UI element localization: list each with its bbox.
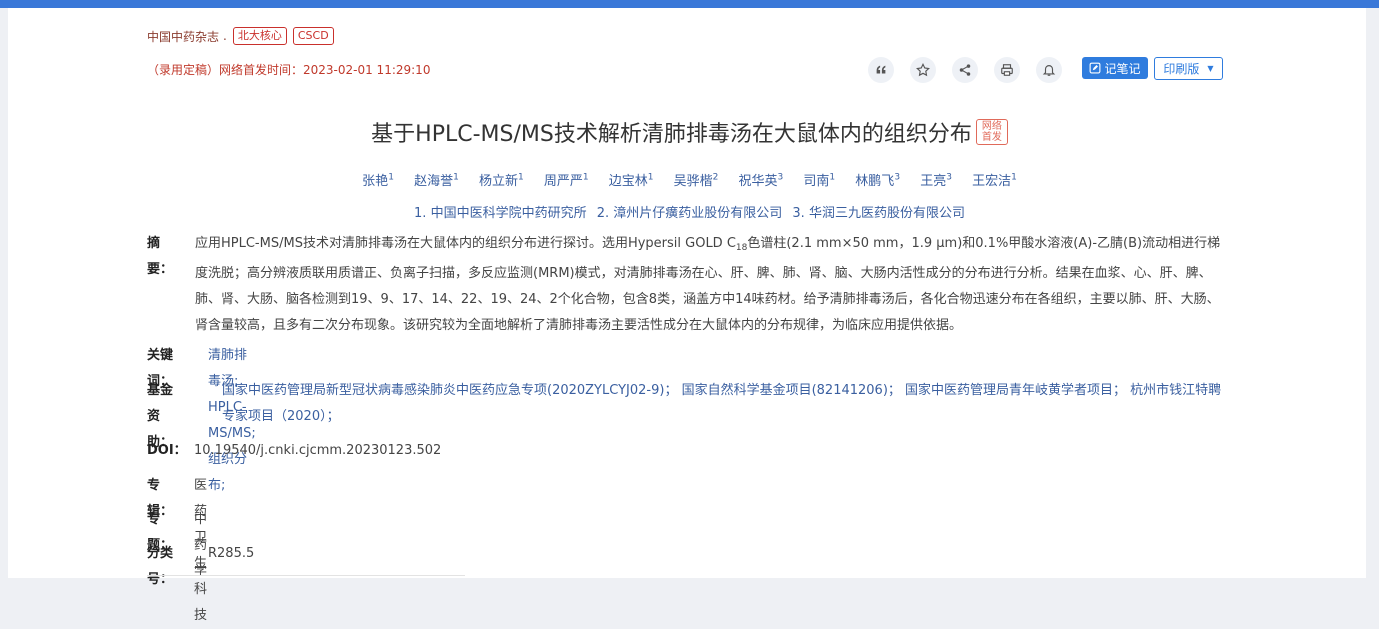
journal-line: 中国中药杂志 . 北大核心 CSCD [147, 27, 340, 45]
affiliation-link[interactable]: 2. 漳州片仔癀药业股份有限公司 [597, 206, 783, 221]
author-link[interactable]: 司南1 [803, 173, 835, 189]
bell-icon [1042, 65, 1056, 76]
star-icon [916, 63, 930, 77]
scroll-gutter [1366, 8, 1379, 578]
article-title-row: 基于HPLC-MS/MS技术解析清肺排毒汤在大鼠体内的组织分布 网络 首发 [0, 116, 1379, 148]
journal-name-link[interactable]: 中国中药杂志 [147, 28, 219, 45]
article-title: 基于HPLC-MS/MS技术解析清肺排毒汤在大鼠体内的组织分布 [371, 122, 972, 147]
online-publish-date: （录用定稿）网络首发时间：2023-02-01 11:29:10 [147, 63, 431, 77]
author-link[interactable]: 祝华英3 [739, 173, 784, 189]
print-button[interactable] [994, 57, 1020, 83]
chevron-down-icon: ▼ [1207, 64, 1214, 73]
author-link[interactable]: 周严严1 [544, 173, 589, 189]
author-link[interactable]: 林鹏飞3 [855, 173, 900, 189]
share-icon [959, 64, 971, 76]
author-link[interactable]: 赵海誉1 [414, 173, 459, 189]
cscd-badge[interactable]: CSCD [292, 27, 334, 45]
author-link[interactable]: 杨立新1 [479, 173, 524, 189]
abstract-text: 应用HPLC-MS/MS技术对清肺排毒汤在大鼠体内的组织分布进行探讨。选用Hyp… [195, 236, 1221, 333]
funding-list[interactable]: 国家中医药管理局新型冠状病毒感染肺炎中医药应急专项(2020ZYLCYJ02-9… [222, 378, 1222, 430]
print-version-label: 印刷版 [1163, 62, 1200, 76]
doi-value: 10.19540/j.cnki.cjcmm.20230123.502 [194, 443, 442, 458]
core-journal-badge[interactable]: 北大核心 [232, 27, 287, 45]
quote-icon [876, 65, 886, 74]
online-first-badge-line1: 网络 [981, 121, 1002, 132]
doi-label: DOI： [147, 443, 187, 458]
article-toolbar [868, 57, 1078, 83]
author-link[interactable]: 张艳1 [362, 173, 394, 189]
subscribe-button[interactable] [1036, 57, 1062, 83]
share-button[interactable] [952, 57, 978, 83]
print-version-dropdown[interactable]: 印刷版 ▼ [1154, 57, 1223, 80]
affiliation-list: 1. 中国中医科学院中药研究所 2. 漳州片仔癀药业股份有限公司 3. 华润三九… [0, 202, 1379, 221]
author-link[interactable]: 边宝林1 [609, 173, 654, 189]
online-first-badge: 网络 首发 [975, 119, 1008, 145]
author-list: 张艳1 赵海誉1 杨立新1 周严严1 边宝林1 吴骅楷2 祝华英3 司南1 林鹏… [0, 170, 1379, 189]
author-link[interactable]: 王亮3 [920, 173, 952, 189]
top-accent-bar [0, 0, 1379, 8]
affiliation-link[interactable]: 3. 华润三九医药股份有限公司 [792, 206, 965, 221]
author-link[interactable]: 吴骅楷2 [674, 173, 719, 189]
topic-value: 中药学 [194, 512, 208, 579]
abstract-label: 摘要： [147, 236, 174, 277]
author-link[interactable]: 王宏洁1 [972, 173, 1017, 189]
class-number-value: R285.5 [208, 546, 255, 561]
take-notes-button[interactable]: 记笔记 [1082, 57, 1148, 79]
take-notes-label: 记笔记 [1104, 61, 1141, 76]
online-first-badge-line2: 首发 [981, 132, 1002, 143]
cite-button[interactable] [868, 57, 894, 83]
pencil-icon [1090, 62, 1101, 74]
class-number-label: 分类号： [147, 546, 174, 587]
divider [147, 575, 465, 576]
affiliation-link[interactable]: 1. 中国中医科学院中药研究所 [414, 206, 587, 221]
journal-separator: . [223, 29, 227, 43]
favorite-button[interactable] [910, 57, 936, 83]
print-icon [1001, 64, 1013, 76]
